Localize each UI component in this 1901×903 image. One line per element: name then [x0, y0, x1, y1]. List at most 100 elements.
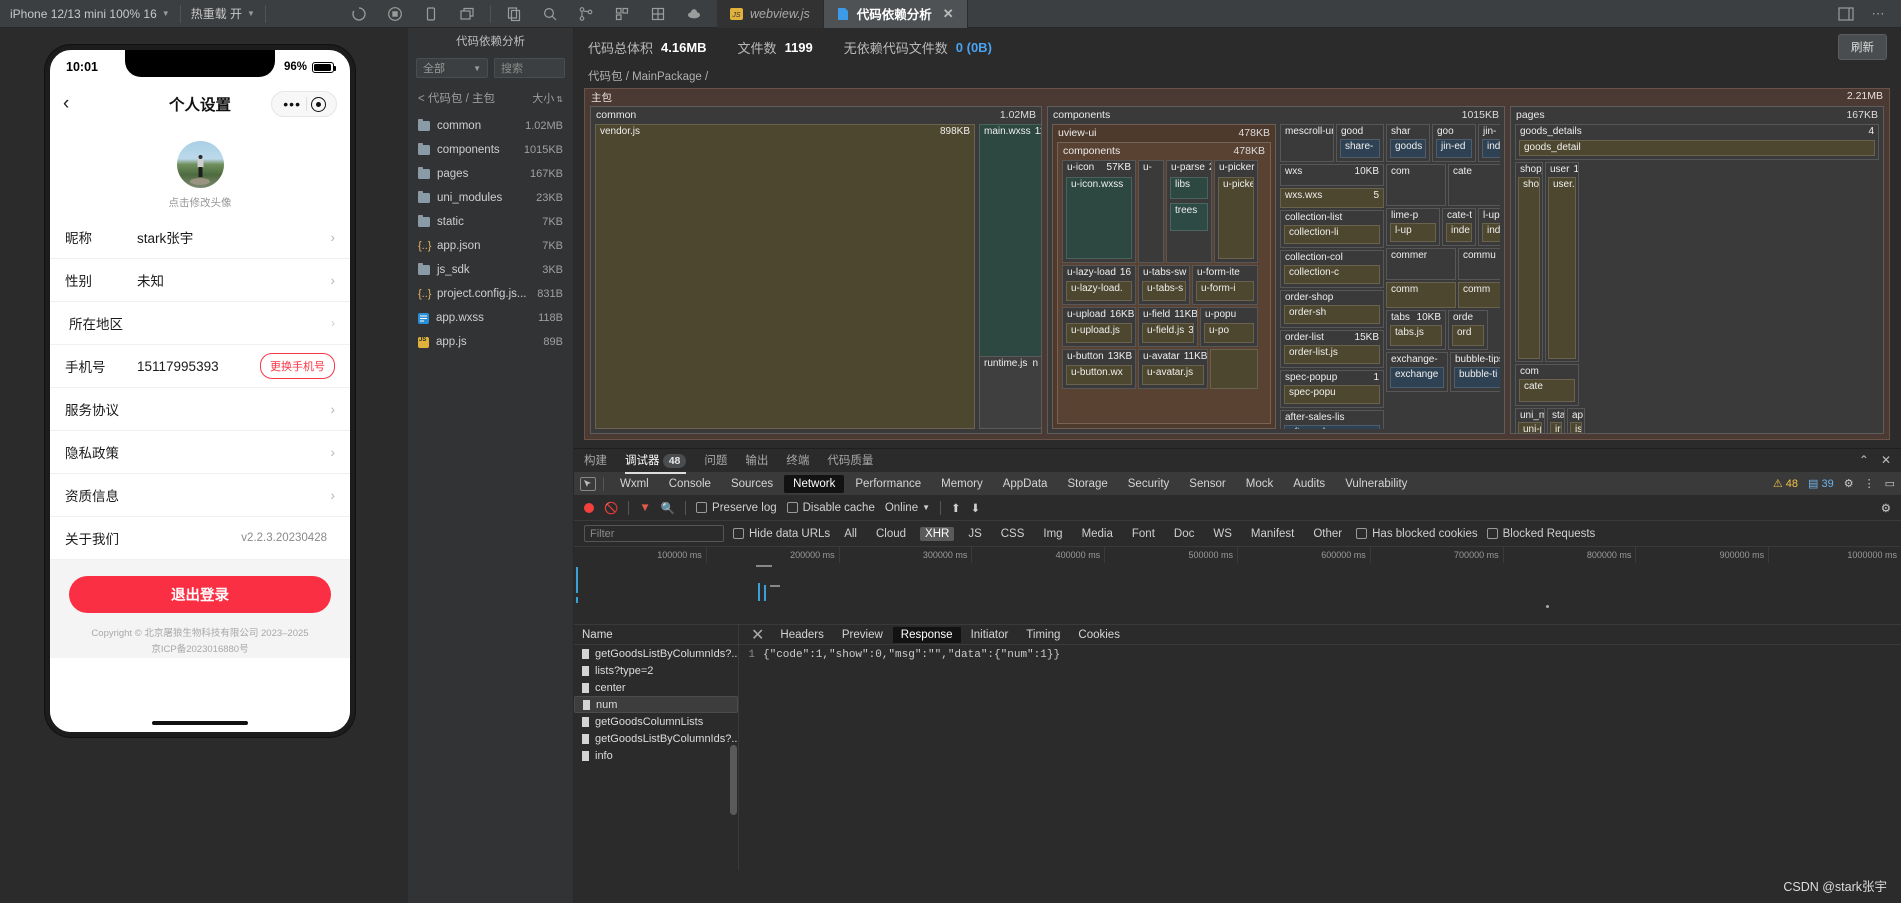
refresh-icon[interactable]	[350, 5, 368, 23]
close-icon[interactable]: ✕	[943, 6, 954, 22]
tab-appdata[interactable]: AppData	[994, 475, 1057, 493]
layout-icon[interactable]	[649, 5, 667, 23]
export-har-icon[interactable]: ⬇	[971, 501, 981, 515]
treemap-node-common[interactable]: common 1.02MB vendor.js898KB main.wxss11…	[590, 106, 1042, 434]
treemap-node-goods-details[interactable]: goods_details4 goods_detail	[1515, 124, 1879, 160]
treemap-node-tabs[interactable]: tabs10KB tabs.js	[1386, 310, 1446, 350]
treemap-node-exchange[interactable]: exchange- exchange	[1386, 352, 1448, 392]
grid-icon[interactable]	[613, 5, 631, 23]
cloud-icon[interactable]	[685, 5, 703, 23]
treemap-node-collection[interactable]: bubble-tips bubble-ti	[1450, 352, 1500, 392]
treemap-node-l-upload[interactable]: l-uploa index.js	[1478, 208, 1500, 246]
type-filter-ws[interactable]: WS	[1208, 527, 1237, 541]
treemap-leaf-comm-2[interactable]: comm	[1458, 282, 1500, 308]
tab-headers[interactable]: Headers	[772, 627, 831, 643]
treemap-node-u-button[interactable]: u-button13KB u-button.wx	[1062, 349, 1136, 389]
row-about-us[interactable]: 关于我们 v2.2.3.20230428	[50, 517, 350, 560]
device-selector[interactable]: iPhone 12/13 mini 100% 16 ▼	[0, 0, 180, 28]
device-icon[interactable]	[422, 5, 440, 23]
blocked-requests-checkbox[interactable]: Blocked Requests	[1487, 528, 1596, 540]
logout-button[interactable]: 退出登录	[69, 576, 331, 613]
treemap-node-collection-column[interactable]: collection-col collection-c	[1280, 250, 1384, 288]
tab-storage[interactable]: Storage	[1058, 475, 1116, 493]
file-row[interactable]: components1015KB	[408, 138, 573, 162]
file-row[interactable]: app.js89B	[408, 330, 573, 354]
tab-cookies[interactable]: Cookies	[1070, 627, 1128, 643]
treemap-node-order[interactable]: orde ord	[1448, 310, 1488, 350]
stop-record-icon[interactable]	[386, 5, 404, 23]
tab-memory[interactable]: Memory	[932, 475, 992, 493]
file-row[interactable]: uni_modules23KB	[408, 186, 573, 210]
devtools-tab-debugger[interactable]: 调试器 48	[625, 450, 686, 470]
search-icon[interactable]: 🔍	[661, 501, 675, 515]
treemap-node-u-tabs-swiper[interactable]: u-tabs-sw u-tabs-s	[1138, 265, 1190, 305]
request-row[interactable]: center	[574, 679, 738, 696]
treemap-node-goods[interactable]: good share-	[1336, 124, 1384, 162]
treemap-node-u-upload[interactable]: u-upload16KB u-upload.js	[1062, 307, 1136, 347]
treemap-node-commu[interactable]: commu	[1458, 248, 1500, 280]
request-row[interactable]: lists?type=2	[574, 662, 738, 679]
has-blocked-cookies-checkbox[interactable]: Has blocked cookies	[1356, 528, 1477, 540]
error-count[interactable]: ▤ 39	[1808, 477, 1834, 490]
treemap-node-u-avatar[interactable]: u-avatar11KB u-avatar.js	[1138, 349, 1208, 389]
type-filter-cloud[interactable]: Cloud	[871, 527, 911, 541]
type-filter-js[interactable]: JS	[963, 527, 986, 541]
tab-timing[interactable]: Timing	[1018, 627, 1068, 643]
treemap-node-collection-list[interactable]: collection-list collection-li	[1280, 210, 1384, 248]
treemap-node-index[interactable]: com	[1386, 164, 1446, 206]
devtools-tab-terminal[interactable]: 终端	[786, 450, 809, 470]
tab-vulnerability[interactable]: Vulnerability	[1336, 475, 1416, 493]
treemap-leaf-runtime-js[interactable]: runtime.jsn	[979, 356, 1042, 429]
tab-preview[interactable]: Preview	[834, 627, 891, 643]
file-row[interactable]: js_sdk3KB	[408, 258, 573, 282]
request-row[interactable]: getGoodsColumnLists	[574, 713, 738, 730]
treemap-node-goods-2[interactable]: goo jin-ed	[1432, 124, 1476, 162]
hide-data-urls-checkbox[interactable]: Hide data URLs	[733, 528, 830, 540]
treemap-node-com[interactable]: cate	[1448, 164, 1500, 206]
request-row[interactable]: getGoodsListByColumnIds?..	[574, 730, 738, 747]
type-filter-media[interactable]: Media	[1077, 527, 1118, 541]
treemap-node-uni-moc[interactable]: uni_moc uni-pc	[1515, 408, 1545, 434]
dock-icon[interactable]: ▭	[1885, 477, 1895, 490]
request-list-header[interactable]: Name	[574, 625, 738, 645]
row-gender[interactable]: 性别 未知 ›	[50, 259, 350, 302]
file-row[interactable]: {..}app.json7KB	[408, 234, 573, 258]
hot-reload-selector[interactable]: 热重载 开 ▼	[181, 0, 265, 28]
treemap-node-share[interactable]: shar goods	[1386, 124, 1430, 162]
row-region[interactable]: 所在地区 ›	[50, 302, 350, 345]
treemap-node-u[interactable]: u-	[1138, 160, 1164, 263]
treemap-node-u-popup[interactable]: u-popu u-po	[1200, 307, 1258, 347]
tab-security[interactable]: Security	[1119, 475, 1179, 493]
avatar-section[interactable]: 点击修改头像	[50, 124, 350, 216]
more-icon[interactable]: ⋮	[1864, 477, 1875, 490]
treemap-node-u-icon[interactable]: u-icon57KB u-icon.wxss	[1062, 160, 1136, 263]
more-icon[interactable]: ⋯	[1869, 5, 1887, 23]
preserve-log-checkbox[interactable]: Preserve log	[696, 502, 777, 514]
treemap-node-after-sales-list[interactable]: after-sales-lis after-sales-	[1280, 410, 1384, 429]
treemap-node-spec-popup[interactable]: spec-popup1 spec-popu	[1280, 370, 1384, 408]
treemap-node-api[interactable]: ap is cd	[1567, 408, 1585, 434]
row-qualification[interactable]: 资质信息 ›	[50, 474, 350, 517]
treemap-node-order-shop[interactable]: order-shop order-sh	[1280, 290, 1384, 328]
request-row[interactable]: info	[574, 747, 738, 764]
treemap-leaf-comm-1[interactable]: comm	[1386, 282, 1456, 308]
file-row[interactable]: app.wxss118B	[408, 306, 573, 330]
tab-console[interactable]: Console	[660, 475, 720, 493]
breadcrumb[interactable]: < 代码包 / 主包 大小⇅	[408, 84, 573, 114]
network-timeline[interactable]: 100000 ms 200000 ms 300000 ms 400000 ms …	[574, 547, 1901, 625]
treemap-node-mescroll-uni[interactable]: mescroll-uni4	[1280, 124, 1334, 162]
tab-code-dependency-analysis[interactable]: 代码依赖分析 ✕	[824, 0, 968, 28]
clear-icon[interactable]: 🚫	[604, 501, 618, 515]
tab-wxml[interactable]: Wxml	[611, 475, 658, 493]
tab-sources[interactable]: Sources	[722, 475, 782, 493]
treemap-node-components[interactable]: components 1015KB uview-ui 478KB	[1047, 106, 1505, 434]
row-nickname[interactable]: 昵称 stark张宇 ›	[50, 216, 350, 259]
refresh-button[interactable]: 刷新	[1838, 34, 1887, 60]
treemap-node-u-picker[interactable]: u-picker u-picke	[1214, 160, 1258, 263]
row-service-agreement[interactable]: 服务协议 ›	[50, 388, 350, 431]
request-row[interactable]: getGoodsListByColumnIds?..	[574, 645, 738, 662]
request-list-scrollbar[interactable]	[730, 745, 737, 815]
treemap-node-wxs[interactable]: wxs10KB	[1280, 164, 1384, 186]
treemap-node-u-parse[interactable]: u-parse2 libs trees	[1166, 160, 1212, 263]
type-filter-font[interactable]: Font	[1127, 527, 1160, 541]
